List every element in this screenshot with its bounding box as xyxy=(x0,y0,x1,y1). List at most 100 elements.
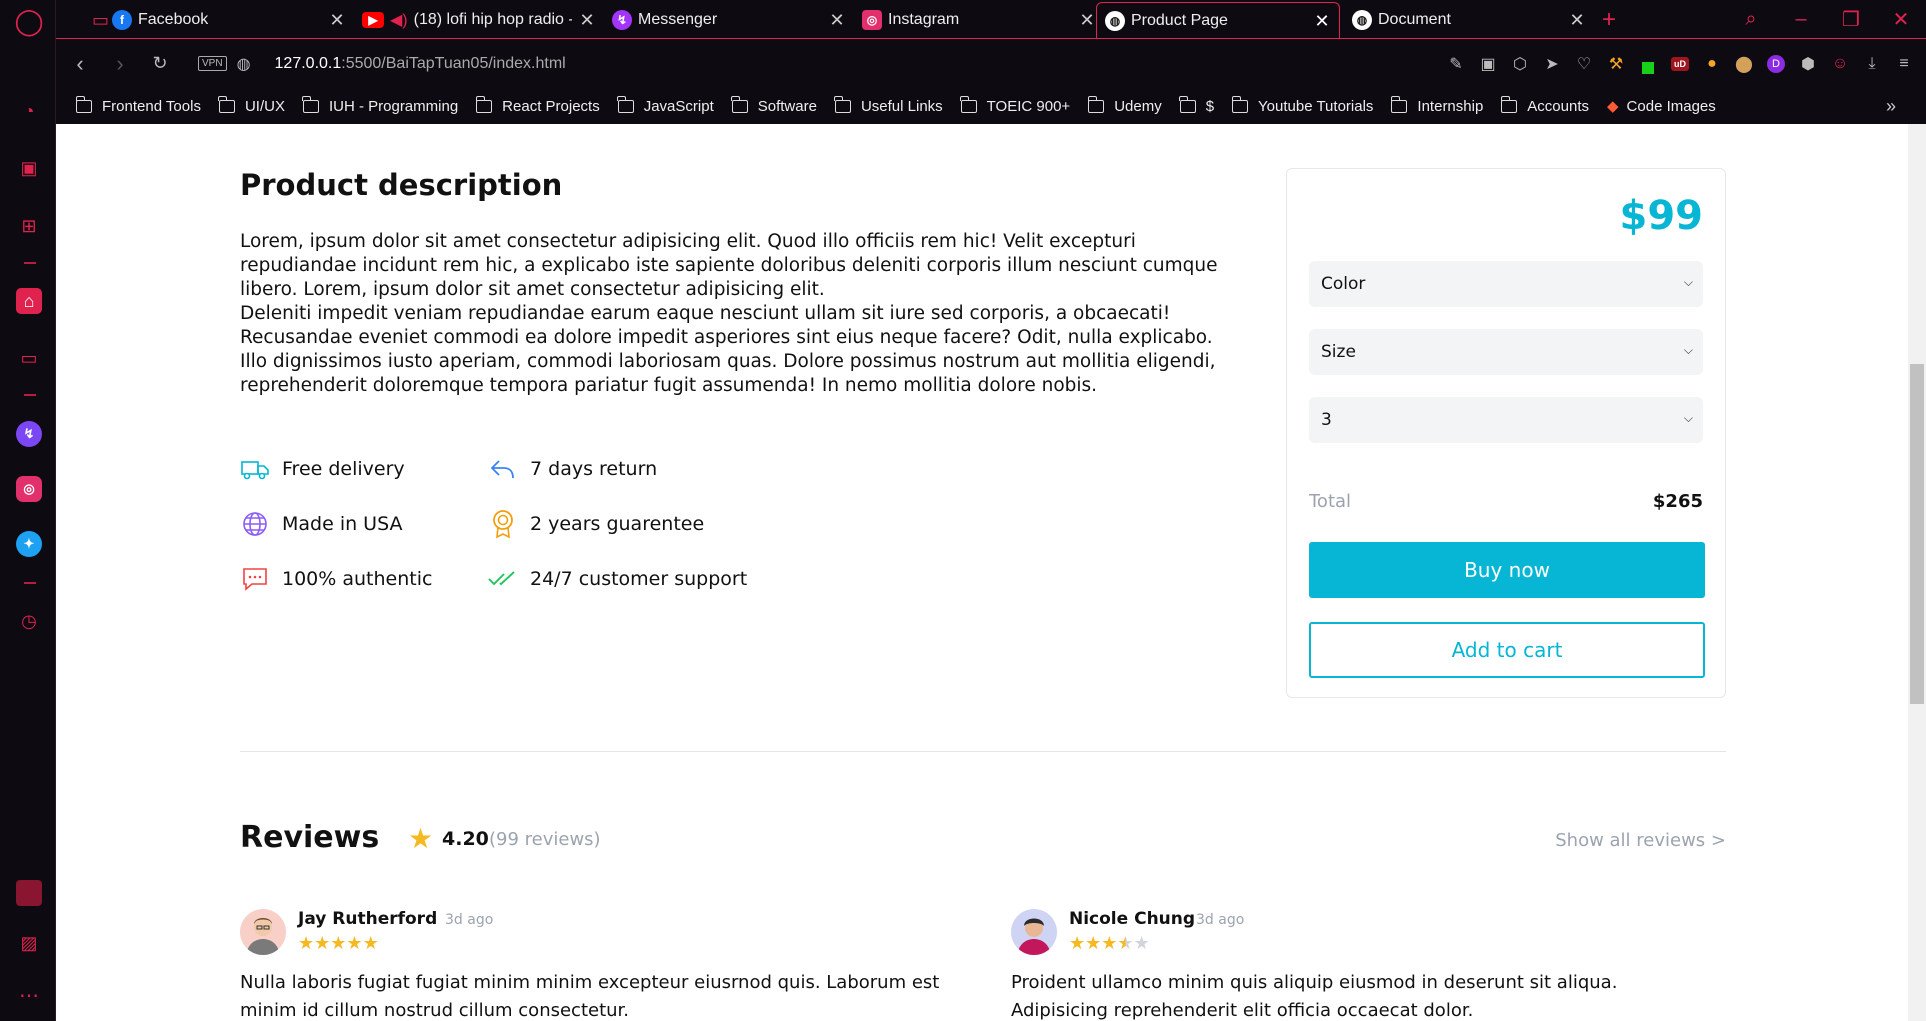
product-page: Product description Lorem, ipsum dolor s… xyxy=(56,124,1908,1021)
close-icon[interactable]: ✕ xyxy=(328,11,346,29)
color-select[interactable]: Color ⌵ xyxy=(1309,261,1703,307)
home-icon[interactable]: ⌂ xyxy=(16,288,42,314)
twitter-icon[interactable]: ✦ xyxy=(16,531,42,557)
award-icon xyxy=(488,509,518,539)
bookmark-folder[interactable]: Software xyxy=(731,95,817,115)
bookmark-folder[interactable]: $ xyxy=(1179,95,1214,115)
close-icon[interactable]: ✕ xyxy=(1568,11,1586,29)
instagram-icon[interactable]: ◎ xyxy=(16,476,42,502)
close-window-button[interactable]: ✕ xyxy=(1876,7,1926,32)
feature-label: 7 days return xyxy=(530,458,658,480)
average-rating: 4.20 xyxy=(442,828,489,850)
quantity-select[interactable]: 3 ⌵ xyxy=(1309,397,1703,443)
tab-instagram[interactable]: ◎ Instagram ✕ xyxy=(854,2,1104,38)
url-field[interactable]: 127.0.0.1:5500/BaiTapTuan05/index.html xyxy=(275,55,566,73)
account-icon[interactable]: ☺ xyxy=(1824,51,1856,77)
bookmark-label: UI/UX xyxy=(244,97,285,115)
bookmark-folder[interactable]: JavaScript xyxy=(617,95,714,115)
shield-icon[interactable]: ⬡ xyxy=(1504,51,1536,77)
extension-icon[interactable] xyxy=(16,880,42,906)
vpn-badge[interactable]: VPN xyxy=(198,56,227,71)
tab-product-page[interactable]: ◍ Product Page ✕ xyxy=(1096,2,1340,38)
folder-icon xyxy=(1500,95,1518,113)
speaker-icon[interactable]: ◀) xyxy=(390,10,408,30)
edit-icon[interactable]: ✎ xyxy=(1440,51,1472,77)
bookmark-folder[interactable]: Useful Links xyxy=(834,95,943,115)
tab-document[interactable]: ◍ Document ✕ xyxy=(1344,2,1594,38)
heart-icon[interactable]: ♡ xyxy=(1568,51,1600,77)
buy-now-button[interactable]: Buy now xyxy=(1309,542,1705,598)
add-to-cart-button[interactable]: Add to cart xyxy=(1309,622,1705,678)
scrollbar-thumb[interactable] xyxy=(1910,364,1924,704)
reload-button[interactable]: ↻ xyxy=(140,53,180,74)
review-text: Proident ullamco minim quis aliquip eius… xyxy=(1011,972,1618,1021)
gallery-icon[interactable]: ▨ xyxy=(16,930,42,956)
camera-icon[interactable]: ▣ xyxy=(1472,51,1504,77)
send-icon[interactable]: ➤ xyxy=(1536,51,1568,77)
bookmark-folder[interactable]: Frontend Tools xyxy=(75,95,201,115)
bookmark-folder[interactable]: Youtube Tutorials xyxy=(1231,95,1373,115)
feature-made-in-usa: Made in USA xyxy=(240,509,403,539)
show-all-reviews-link[interactable]: Show all reviews > xyxy=(1555,830,1726,851)
close-icon[interactable]: ✕ xyxy=(578,11,596,29)
folder-icon xyxy=(731,95,748,113)
size-select[interactable]: Size ⌵ xyxy=(1309,329,1703,375)
dapp-icon[interactable]: D xyxy=(1760,51,1792,77)
close-icon[interactable]: ✕ xyxy=(1078,11,1096,29)
purchase-card: $99 Color ⌵ Size ⌵ 3 ⌵ Total $265 Buy no… xyxy=(1286,168,1726,698)
ublock-icon[interactable]: uD xyxy=(1664,51,1696,77)
double-check-icon xyxy=(488,564,518,594)
sidebar-separator xyxy=(24,582,36,584)
bookmark-folder[interactable]: IUH - Programming xyxy=(302,95,458,115)
site-info-icon[interactable]: ◍ xyxy=(237,54,251,74)
new-tab-button[interactable]: + xyxy=(1594,2,1634,38)
tab-messenger[interactable]: ↯ Messenger ✕ xyxy=(604,2,854,38)
close-icon[interactable]: ✕ xyxy=(828,11,846,29)
download-icon[interactable]: ⤓ xyxy=(1856,51,1888,77)
hammer-icon[interactable]: ⚒ xyxy=(1600,51,1632,77)
opera-logo-icon[interactable]: ◯ xyxy=(14,6,43,36)
tab-facebook[interactable]: f Facebook ✕ xyxy=(104,2,354,38)
forward-button[interactable]: › xyxy=(100,51,140,77)
feature-guarantee: 2 years guarentee xyxy=(488,509,704,539)
more-icon[interactable]: ⋯ xyxy=(16,982,42,1008)
cookie-icon[interactable]: ⬤ xyxy=(1728,51,1760,77)
gamepad-icon[interactable]: ▭ xyxy=(16,345,42,371)
folder-icon xyxy=(75,95,92,113)
bookmark-folder[interactable]: Internship xyxy=(1390,95,1483,115)
star-icon: ★ xyxy=(1101,933,1118,954)
description-paragraph: Lorem, ipsum dolor sit amet consectetur … xyxy=(240,231,1218,300)
sidebar-separator xyxy=(24,394,36,396)
search-icon[interactable]: ⌕ xyxy=(1726,8,1776,31)
globe-icon xyxy=(240,509,270,539)
close-icon[interactable]: ✕ xyxy=(1313,12,1331,30)
bookmark-folder[interactable]: Accounts xyxy=(1500,95,1589,115)
speed-dial-icon[interactable]: ◔ xyxy=(16,98,42,124)
history-clock-icon[interactable]: ◷ xyxy=(16,608,42,634)
shopping-bag-icon[interactable]: ▣ xyxy=(16,155,42,181)
star-icon: ★ xyxy=(346,933,363,954)
window-controls: ⌕ – ❐ ✕ xyxy=(1726,0,1926,38)
bookmark-link[interactable]: ◆ Code Images xyxy=(1607,97,1716,116)
bookmark-folder[interactable]: Udemy xyxy=(1087,95,1162,115)
bookmark-label: Udemy xyxy=(1114,97,1162,115)
instagram-icon: ◎ xyxy=(862,10,882,30)
color-picker-icon[interactable] xyxy=(1632,51,1664,77)
tab-youtube[interactable]: ▶ ◀) (18) lofi hip hop radio - ✕ xyxy=(354,2,604,38)
bulb-icon[interactable]: ● xyxy=(1696,51,1728,77)
section-divider xyxy=(240,751,1726,752)
chevron-double-right-icon[interactable]: » xyxy=(1886,96,1896,117)
minimize-button[interactable]: – xyxy=(1776,8,1826,31)
messenger-icon[interactable]: ↯ xyxy=(16,421,42,447)
cpu-icon[interactable]: ⊞ xyxy=(16,213,42,239)
settings-icon[interactable]: ≡ xyxy=(1888,51,1920,77)
back-button[interactable]: ‹ xyxy=(60,51,100,77)
review-stars: ★★★★★ xyxy=(298,933,379,954)
page-scrollbar[interactable] xyxy=(1908,124,1926,1021)
restore-button[interactable]: ❐ xyxy=(1826,7,1876,32)
color-select-value: Color xyxy=(1321,274,1366,294)
cube-icon[interactable]: ⬢ xyxy=(1792,51,1824,77)
bookmark-folder[interactable]: UI/UX xyxy=(218,95,285,115)
bookmark-folder[interactable]: TOEIC 900+ xyxy=(960,95,1070,115)
bookmark-folder[interactable]: React Projects xyxy=(475,95,600,115)
